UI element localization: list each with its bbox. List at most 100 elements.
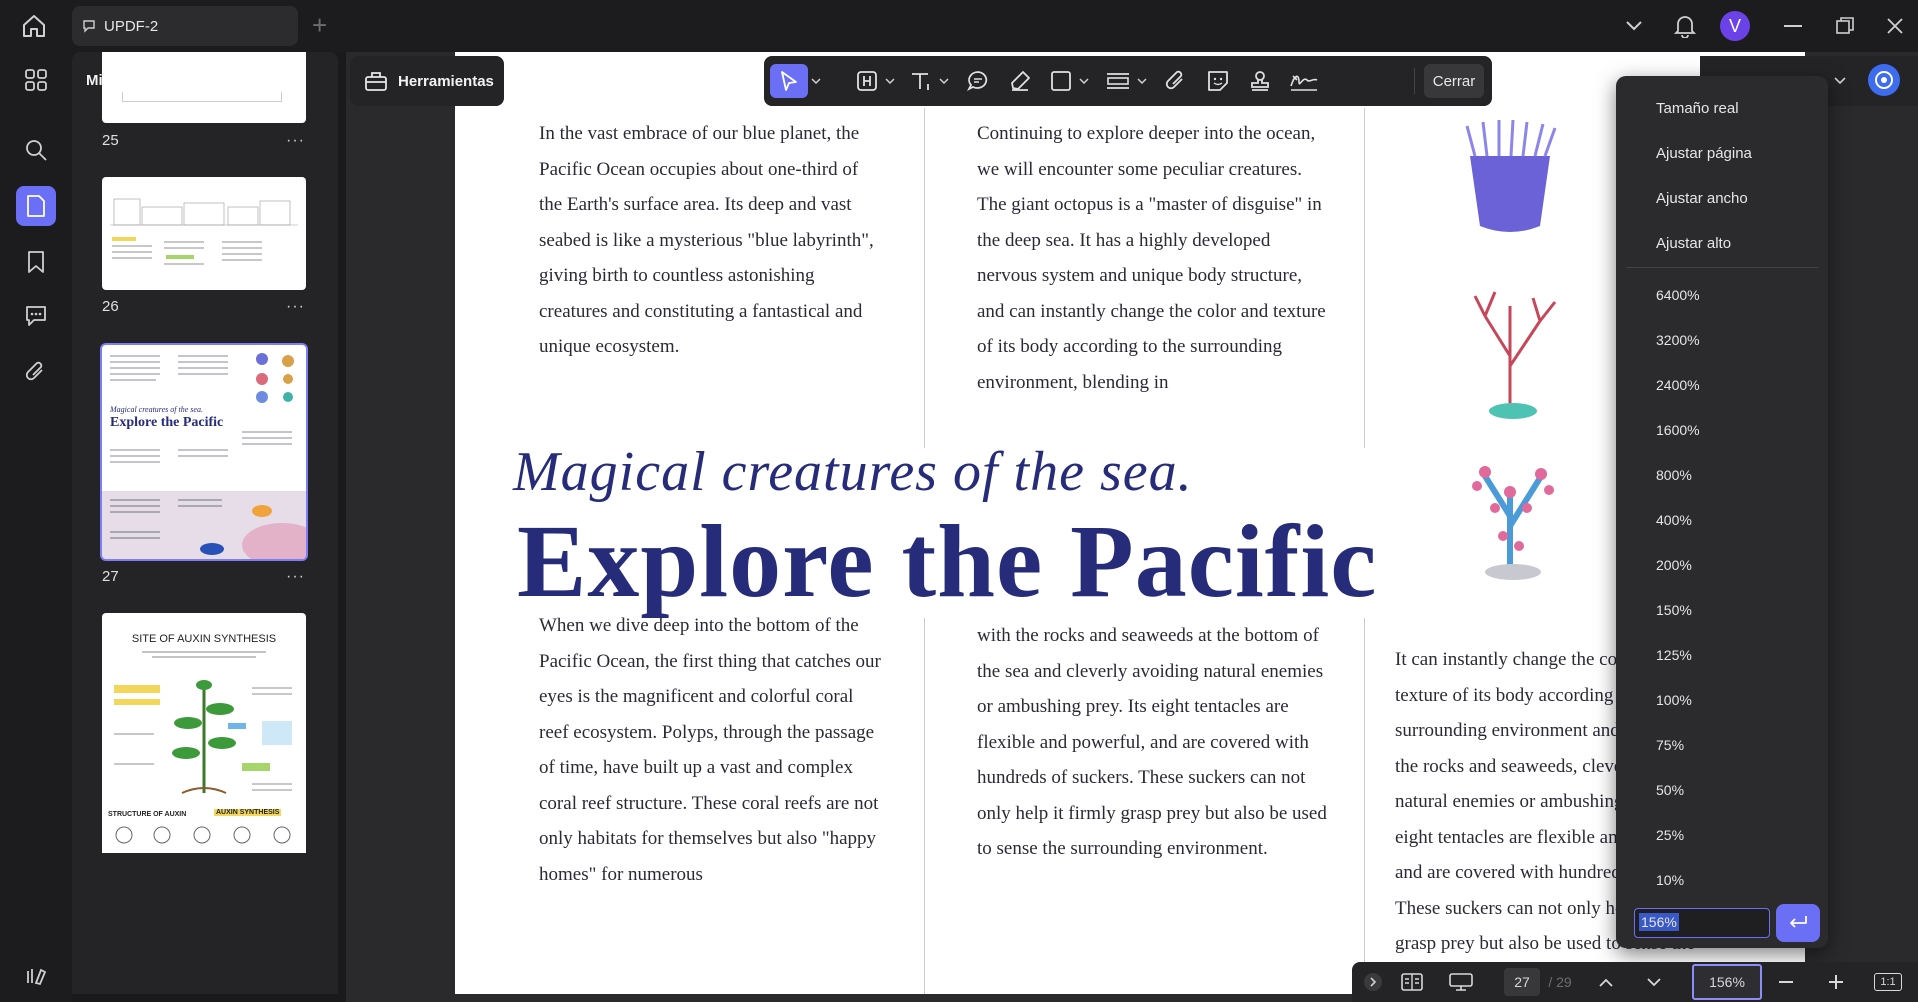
thumbnail-panel: ••• Miniaturas 25 ··· 26 ··· xyxy=(72,52,338,994)
chevron-down-icon[interactable] xyxy=(884,64,896,98)
left-rail xyxy=(0,52,72,1002)
close-toolbar-button[interactable]: Cerrar xyxy=(1424,64,1484,98)
thumbnail-footer-left: STRUCTURE OF AUXIN xyxy=(108,811,187,818)
thumbnail-number: 26 xyxy=(102,298,119,315)
comments-icon[interactable] xyxy=(16,296,56,336)
bookmark-icon[interactable] xyxy=(16,242,56,282)
column-divider xyxy=(1364,618,1365,994)
presentation-icon[interactable] xyxy=(1446,968,1476,996)
zoom-option-percent[interactable]: 400% xyxy=(1656,512,1692,528)
column-divider xyxy=(1364,108,1365,448)
signature-tool-icon[interactable] xyxy=(1286,64,1322,98)
attachment-icon[interactable] xyxy=(16,352,56,392)
thumbnail-more-button[interactable]: ··· xyxy=(286,568,305,586)
zoom-level-dropdown[interactable]: 156% xyxy=(1692,964,1762,1000)
comment-tool-icon[interactable] xyxy=(962,64,994,98)
zoom-option-percent[interactable]: 800% xyxy=(1656,467,1692,483)
zoom-option-percent[interactable]: 10% xyxy=(1656,872,1684,888)
bottom-status-bar: 27 / 29 156% 1:1 xyxy=(1352,962,1918,1002)
add-tab-button[interactable]: + xyxy=(312,12,327,38)
zoom-dropdown: Tamaño real Ajustar página Ajustar ancho… xyxy=(1616,76,1828,948)
grid-view-icon[interactable] xyxy=(16,60,56,100)
rectangle-tool-icon[interactable] xyxy=(1046,64,1076,98)
thumbnail-bottom-half xyxy=(102,491,306,559)
chevron-down-icon[interactable] xyxy=(1834,72,1846,90)
thumbnails-icon[interactable] xyxy=(16,186,56,226)
page-layout-icon[interactable] xyxy=(1398,968,1426,996)
thumbnail-text-lines xyxy=(110,353,294,463)
zoom-option-fit-width[interactable]: Ajustar ancho xyxy=(1656,190,1748,207)
home-icon[interactable] xyxy=(20,12,50,40)
zoom-option-fit-height[interactable]: Ajustar alto xyxy=(1656,235,1731,252)
chevron-down-icon[interactable] xyxy=(1642,968,1666,996)
zoom-option-percent[interactable]: 25% xyxy=(1656,827,1684,843)
column-divider xyxy=(924,108,925,448)
thumbnail-more-button[interactable]: ··· xyxy=(286,132,305,150)
zoom-option-percent[interactable]: 75% xyxy=(1656,737,1684,753)
chevron-down-icon[interactable] xyxy=(810,64,822,98)
attach-tool-icon[interactable] xyxy=(1160,64,1192,98)
tools-button[interactable]: Herramientas xyxy=(350,56,504,106)
page-thumbnail-25[interactable] xyxy=(102,52,306,123)
text-column-1-bottom: When we dive deep into the bottom of the… xyxy=(539,615,881,885)
zoom-option-percent[interactable]: 1600% xyxy=(1656,422,1700,438)
current-page-input[interactable]: 27 xyxy=(1504,968,1540,996)
avatar[interactable]: V xyxy=(1720,11,1750,41)
bell-icon[interactable] xyxy=(1670,12,1700,40)
zoom-option-percent[interactable]: 200% xyxy=(1656,557,1692,573)
chevron-down-icon[interactable] xyxy=(938,64,950,98)
page-thumbnail-28[interactable]: SITE OF AUXIN SYNTHESIS STRUCTURE OF AUX… xyxy=(102,613,306,853)
thumbnail-drawing xyxy=(110,198,298,265)
comment-icon xyxy=(83,20,95,33)
restore-icon[interactable] xyxy=(1830,12,1860,40)
text-column-1-top: In the vast embrace of our blue planet, … xyxy=(539,123,874,357)
zoom-option-percent[interactable]: 125% xyxy=(1656,647,1692,663)
zoom-option-percent[interactable]: 3200% xyxy=(1656,332,1700,348)
text-column-2-bottom: with the rocks and seaweeds at the botto… xyxy=(977,625,1327,859)
text-tool-icon[interactable] xyxy=(906,64,936,98)
thumbnail-more-button[interactable]: ··· xyxy=(286,298,305,316)
zoom-option-actual-size[interactable]: Tamaño real xyxy=(1656,100,1739,117)
search-icon[interactable] xyxy=(16,130,56,170)
actual-size-button[interactable]: 1:1 xyxy=(1874,973,1902,991)
zoom-option-percent[interactable]: 2400% xyxy=(1656,377,1700,393)
zoom-option-fit-page[interactable]: Ajustar página xyxy=(1656,145,1752,162)
zoom-option-percent[interactable]: 50% xyxy=(1656,782,1684,798)
zoom-in-icon[interactable] xyxy=(1824,968,1848,996)
zoom-option-percent[interactable]: 100% xyxy=(1656,692,1692,708)
title-bar: UPDF-2 + V xyxy=(0,0,1918,52)
pen-tool-icon[interactable] xyxy=(1004,64,1036,98)
pdf-page[interactable]: In the vast embrace of our blue planet, … xyxy=(455,52,1805,994)
highlight-tool-icon[interactable] xyxy=(852,64,882,98)
layers-icon[interactable] xyxy=(16,956,56,996)
stamp-tool-icon[interactable] xyxy=(1244,64,1276,98)
ai-assistant-icon[interactable] xyxy=(1868,64,1900,96)
app-window: UPDF-2 + V 25 ··· 26 ··· Magical creatur… xyxy=(0,0,1918,1002)
sticker-tool-icon[interactable] xyxy=(1202,64,1234,98)
chevron-down-icon[interactable] xyxy=(1136,64,1148,98)
page-thumbnail-26[interactable] xyxy=(102,177,306,290)
red-coral-image xyxy=(1473,291,1557,406)
zoom-input-value: 156% xyxy=(1639,913,1679,931)
chevron-down-icon[interactable] xyxy=(1620,12,1648,40)
page-thumbnail-27[interactable]: Magical creatures of the sea. Explore th… xyxy=(100,343,308,561)
zoom-out-icon[interactable] xyxy=(1774,968,1798,996)
select-arrow-icon[interactable] xyxy=(770,64,808,98)
chevron-right-icon[interactable] xyxy=(1362,968,1384,996)
enter-icon xyxy=(1790,916,1807,928)
measure-tool-icon[interactable] xyxy=(1102,64,1134,98)
close-icon[interactable] xyxy=(1880,12,1910,40)
zoom-option-percent[interactable]: 150% xyxy=(1656,602,1692,618)
avatar-letter: V xyxy=(1728,15,1741,36)
zoom-option-percent[interactable]: 6400% xyxy=(1656,287,1700,303)
menu-divider xyxy=(1626,267,1818,268)
toolbox-icon xyxy=(365,72,387,91)
zoom-apply-button[interactable] xyxy=(1776,904,1820,942)
total-pages: / 29 xyxy=(1548,974,1572,990)
document-tab[interactable]: UPDF-2 xyxy=(72,6,298,46)
chevron-up-icon[interactable] xyxy=(1594,968,1618,996)
minimize-icon[interactable] xyxy=(1778,12,1808,40)
heading-italic: Magical creatures of the sea. xyxy=(513,441,1193,503)
zoom-input[interactable]: 156% xyxy=(1634,908,1770,938)
chevron-down-icon[interactable] xyxy=(1078,64,1090,98)
